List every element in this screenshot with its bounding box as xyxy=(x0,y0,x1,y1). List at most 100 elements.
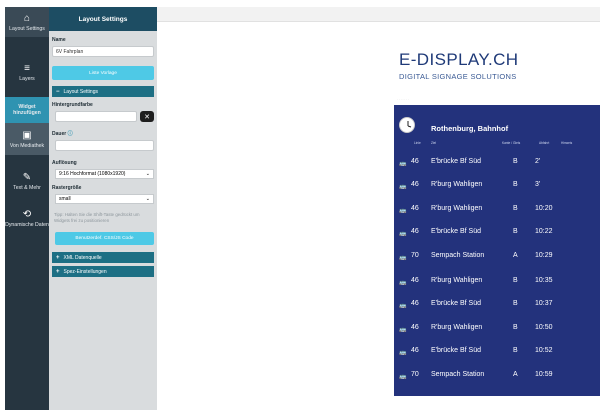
table-row: 🚌 70 Sempach Station A 10:29 xyxy=(394,249,600,263)
pencil-icon: ✎ xyxy=(22,171,32,183)
track: B xyxy=(513,158,518,165)
track: B xyxy=(513,300,518,307)
plus-icon: + xyxy=(56,268,60,275)
bg-color-input[interactable] xyxy=(55,111,137,122)
canvas-toolbar xyxy=(157,7,600,22)
section-label: Spez-Einstellungen xyxy=(63,268,107,275)
resolution-value: 9:16 Hochformat (1080x1920) xyxy=(59,171,126,177)
station-name: Rothenburg, Bahnhof xyxy=(431,124,509,133)
rail-item-layers[interactable]: ≡ Layers xyxy=(5,55,49,89)
departure-time: 10:22 xyxy=(535,228,553,235)
brand-tagline: DIGITAL SIGNAGE SOLUTIONS xyxy=(399,72,517,81)
section-label: XML Datenquelle xyxy=(63,254,102,261)
rail-item-layout-settings[interactable]: ⌂ Layout Settings xyxy=(5,7,49,37)
header-small-mark: · · · · · · · xyxy=(397,97,409,101)
rail-item-text[interactable]: ✎ Text & Mehr xyxy=(5,163,49,199)
custom-code-button[interactable]: Benutzerdef. CSS/JS Code xyxy=(55,232,154,245)
rail-label: Dynamische Daten xyxy=(5,221,49,228)
column-header-track: Kante / Gleis xyxy=(502,141,521,145)
table-row: 🚌 46 R'burg Wahligen B 3' xyxy=(394,178,600,192)
bus-icon: 🚌 xyxy=(399,255,407,261)
minus-icon: − xyxy=(56,88,60,95)
destination: R'burg Wahligen xyxy=(431,324,483,331)
departure-time: 10:20 xyxy=(535,205,553,212)
name-input[interactable]: 6V Fahrplan xyxy=(52,46,154,57)
column-header-line: Linie xyxy=(414,141,421,145)
line-number: 46 xyxy=(411,228,419,235)
app-window: ⌂ Layout Settings ≡ Layers Widget hinzuf… xyxy=(0,0,605,415)
table-row: 🚌 46 E'brücke Bf Süd B 10:37 xyxy=(394,297,600,311)
rail-label: Von Mediathek xyxy=(9,142,45,149)
sidebar-rail: ⌂ Layout Settings ≡ Layers Widget hinzuf… xyxy=(5,7,49,410)
clock-icon xyxy=(399,117,415,133)
rail-label: Widget hinzufügen xyxy=(13,104,41,116)
resolution-label: Auflösung xyxy=(52,160,77,166)
bus-icon: 🚌 xyxy=(399,161,407,167)
line-number: 46 xyxy=(411,181,419,188)
line-number: 46 xyxy=(411,158,419,165)
table-row: 🚌 46 E'brücke Bf Süd B 10:22 xyxy=(394,225,600,239)
track: B xyxy=(513,181,518,188)
duration-input[interactable] xyxy=(55,140,154,151)
line-number: 46 xyxy=(411,300,419,307)
track: A xyxy=(513,252,518,259)
duration-label: Dauer ⓘ xyxy=(49,130,157,137)
line-number: 70 xyxy=(411,252,419,259)
destination: E'brücke Bf Süd xyxy=(431,228,481,235)
grid-size-label: Rastergröße xyxy=(52,185,82,191)
duration-text: Dauer xyxy=(52,131,67,137)
column-header-departure: Abfahrt xyxy=(539,141,550,145)
bus-icon: 🚌 xyxy=(399,208,407,214)
template-list-button[interactable]: Liste Vorlage xyxy=(52,66,154,80)
departure-time: 10:52 xyxy=(535,347,553,354)
settings-panel: Layout Settings Name 6V Fahrplan Liste V… xyxy=(49,7,157,410)
table-row: 🚌 46 R'burg Wahligen B 10:35 xyxy=(394,274,600,288)
brand-title: E-DISPLAY.CH xyxy=(399,50,519,69)
grid-size-value: small xyxy=(59,196,71,202)
section-layout-settings[interactable]: − Layout Settings xyxy=(52,86,154,97)
column-header-destination: Ziel xyxy=(431,141,437,145)
section-xml-source[interactable]: + XML Datenquelle xyxy=(52,252,154,263)
panel-title: Layout Settings xyxy=(49,7,157,31)
display-header: E-DISPLAY.CH DIGITAL SIGNAGE SOLUTIONS ·… xyxy=(394,42,600,105)
track: B xyxy=(513,347,518,354)
line-number: 46 xyxy=(411,205,419,212)
table-row: 🚌 46 E'brücke Bf Süd B 10:52 xyxy=(394,344,600,358)
clear-icon[interactable]: ✕ xyxy=(140,111,154,122)
grid-size-select[interactable]: small ⌄ xyxy=(55,194,154,204)
destination: E'brücke Bf Süd xyxy=(431,158,481,165)
section-extra-settings[interactable]: + Spez-Einstellungen xyxy=(52,266,154,277)
line-number: 70 xyxy=(411,371,419,378)
image-icon: ▣ xyxy=(22,129,32,141)
destination: E'brücke Bf Süd xyxy=(431,300,481,307)
departure-time: 2' xyxy=(535,158,541,165)
rail-label: Layout Settings xyxy=(9,25,45,32)
bus-icon: 🚌 xyxy=(399,184,407,190)
rail-item-dynamic[interactable]: ⟲ Dynamische Daten xyxy=(5,199,49,237)
bus-icon: 🚌 xyxy=(399,280,407,286)
track: B xyxy=(513,324,518,331)
bus-icon: 🚌 xyxy=(399,303,407,309)
rail-item-media[interactable]: ▣ Von Mediathek xyxy=(5,123,49,155)
table-row: 🚌 70 Sempach Station A 10:59 xyxy=(394,368,600,382)
resolution-select[interactable]: 9:16 Hochformat (1080x1920) ⌄ xyxy=(55,169,154,179)
bus-icon: 🚌 xyxy=(399,327,407,333)
line-number: 46 xyxy=(411,347,419,354)
destination: E'brücke Bf Süd xyxy=(431,347,481,354)
departure-time: 3' xyxy=(535,181,541,188)
bus-icon: 🚌 xyxy=(399,374,407,380)
chevron-down-icon: ⌄ xyxy=(145,171,150,177)
destination: R'burg Wahligen xyxy=(431,205,483,212)
display-preview[interactable]: E-DISPLAY.CH DIGITAL SIGNAGE SOLUTIONS ·… xyxy=(394,42,600,396)
shift-hint-text: Tipp: Halten Sie die Shift-Taste gedrück… xyxy=(54,212,140,223)
rail-label: Layers xyxy=(19,75,35,82)
info-icon: ⓘ xyxy=(67,131,73,137)
destination: R'burg Wahligen xyxy=(431,181,483,188)
refresh-icon: ⟲ xyxy=(22,208,32,220)
rail-item-add-widget[interactable]: Widget hinzufügen xyxy=(5,97,49,123)
departure-time: 10:50 xyxy=(535,324,553,331)
departure-time: 10:37 xyxy=(535,300,553,307)
track: B xyxy=(513,277,518,284)
chevron-down-icon: ⌄ xyxy=(145,196,150,202)
bus-icon: 🚌 xyxy=(399,231,407,237)
